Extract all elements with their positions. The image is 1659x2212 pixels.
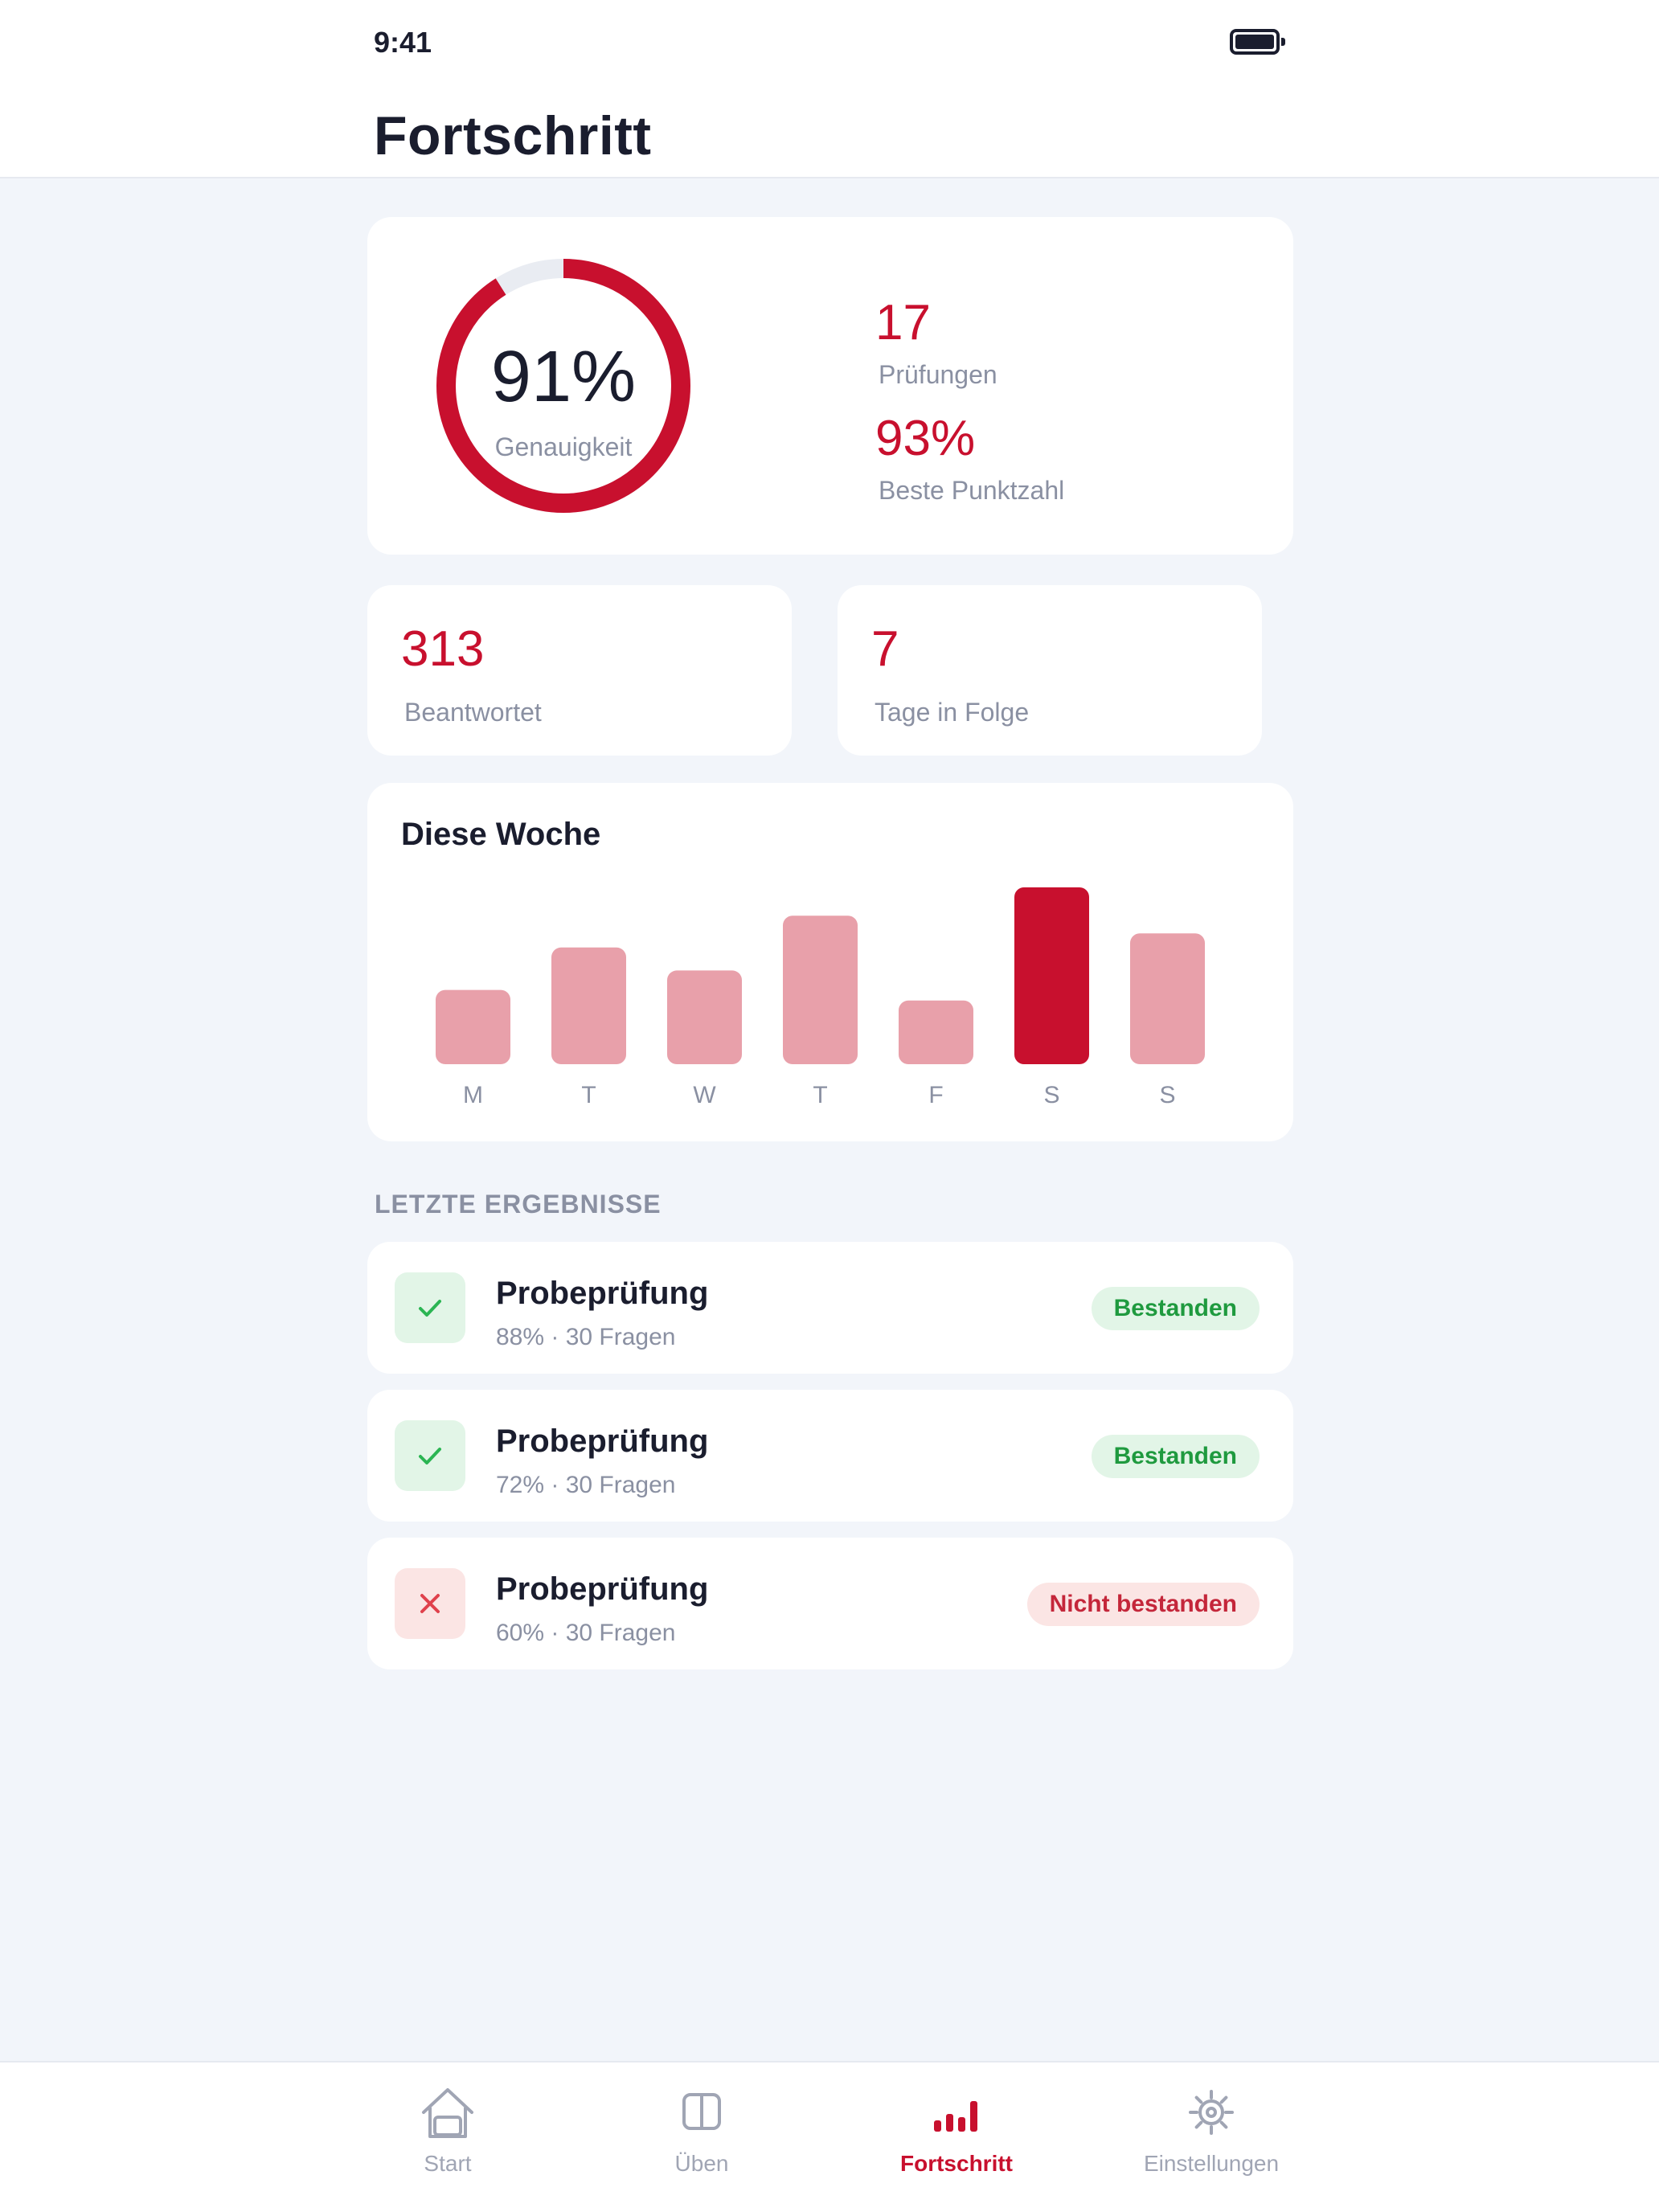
status-time: 9:41 (374, 26, 432, 59)
status-badge: Bestanden (1091, 1287, 1260, 1330)
tab-einstellungen[interactable]: Einstellungen (1091, 2062, 1332, 2212)
best-score: 93% (875, 411, 976, 466)
summary-card: 91% Genauigkeit 17 Prüfungen 93% Beste P… (367, 217, 1293, 555)
weekly-chart-card: M T W T F S S Diese Woche (367, 783, 1293, 1141)
check-icon (419, 1448, 441, 1464)
gear-icon (1189, 2090, 1234, 2135)
chart-day-label: F (928, 1082, 943, 1108)
home-icon (422, 2088, 473, 2138)
tab-label: Üben (674, 2151, 729, 2176)
tab-label: Einstellungen (1143, 2151, 1280, 2176)
page-title: Fortschritt (374, 105, 652, 166)
exams-label: Prüfungen (879, 360, 997, 389)
chart-bar (551, 947, 626, 1064)
result-meta: 60% · 30 Fragen (496, 1620, 676, 1646)
result-title: Probeprüfung (496, 1276, 709, 1311)
chart-day-label: S (1043, 1082, 1059, 1108)
tab-ueben[interactable]: Üben (581, 2062, 822, 2212)
chart-bar (1014, 887, 1089, 1064)
chart-bar (436, 989, 510, 1064)
result-meta: 72% · 30 Fragen (496, 1472, 676, 1498)
recent-results-heading: LETZTE ERGEBNISSE (375, 1190, 662, 1219)
tab-label: Start (424, 2151, 472, 2176)
chart-title: Diese Woche (401, 817, 601, 852)
battery-icon (1230, 29, 1285, 55)
chart-day-label: S (1159, 1082, 1175, 1108)
check-icon (419, 1300, 441, 1317)
result-item[interactable]: Probeprüfung 88% · 30 Fragen Bestanden (367, 1242, 1293, 1374)
chart-bar (783, 916, 858, 1064)
header: Fortschritt (0, 87, 1659, 178)
book-icon (682, 2093, 721, 2130)
chart-day-label: W (693, 1082, 716, 1108)
chart-day-label: T (813, 1082, 827, 1108)
result-status-icon-box (395, 1420, 465, 1491)
result-status-icon-box (395, 1568, 465, 1639)
best-score-label: Beste Punktzahl (879, 476, 1065, 505)
answered-label: Beantwortet (404, 698, 542, 727)
accuracy-label: Genauigkeit (494, 432, 633, 461)
result-item[interactable]: Probeprüfung 72% · 30 Fragen Bestanden (367, 1390, 1293, 1522)
streak-card: 7 Tage in Folge (838, 585, 1262, 756)
tab-label: Fortschritt (900, 2151, 1013, 2176)
streak-count: 7 (871, 621, 899, 677)
result-title: Probeprüfung (496, 1571, 709, 1607)
chart-bar (1130, 933, 1205, 1064)
status-bar: 9:41 (0, 0, 1659, 87)
cross-icon (420, 1594, 440, 1613)
result-status-icon-box (395, 1272, 465, 1343)
answered-count: 313 (401, 621, 485, 677)
answered-card: 313 Beantwortet (367, 585, 792, 756)
tab-start[interactable]: Start (327, 2062, 568, 2212)
streak-label: Tage in Folge (875, 698, 1030, 727)
chart-day-label: M (463, 1082, 483, 1108)
result-meta: 88% · 30 Fragen (496, 1324, 676, 1350)
bar-chart-icon (934, 2101, 977, 2132)
exams-count: 17 (875, 295, 931, 350)
status-badge: Bestanden (1091, 1435, 1260, 1478)
tab-fortschritt[interactable]: Fortschritt (836, 2062, 1077, 2212)
status-badge: Nicht bestanden (1026, 1583, 1260, 1626)
result-item[interactable]: Probeprüfung 60% · 30 Fragen Nicht besta… (367, 1538, 1293, 1669)
chart-bar (899, 1000, 973, 1064)
result-title: Probeprüfung (496, 1423, 709, 1459)
chart-bar (667, 970, 742, 1064)
tab-bar: Start Üben Fortschritt Einstellungen (0, 2061, 1659, 2212)
accuracy-value: 91% (490, 337, 637, 417)
chart-day-label: T (581, 1082, 596, 1108)
